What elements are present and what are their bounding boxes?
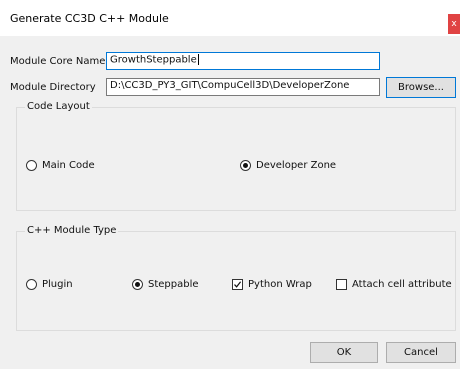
radio-steppable[interactable]: Steppable xyxy=(132,279,199,290)
window-title: Generate CC3D C++ Module xyxy=(10,12,169,25)
close-button[interactable]: x xyxy=(448,14,460,34)
browse-button[interactable]: Browse... xyxy=(386,77,456,98)
text-caret xyxy=(197,54,199,65)
directory-input[interactable]: D:\CC3D_PY3_GIT\CompuCell3D\DeveloperZon… xyxy=(106,78,380,96)
dialog-window: Generate CC3D C++ Module x Module Core N… xyxy=(0,0,460,369)
directory-value: D:\CC3D_PY3_GIT\CompuCell3D\DeveloperZon… xyxy=(110,80,350,91)
radio-plugin[interactable]: Plugin xyxy=(26,279,73,290)
code-layout-group: Code Layout xyxy=(16,101,456,211)
checkbox-python-wrap[interactable]: Python Wrap xyxy=(232,279,312,290)
radio-main-code-label: Main Code xyxy=(42,160,95,171)
checkbox-attach-cell-attribute[interactable]: Attach cell attribute xyxy=(336,279,452,290)
checkbox-python-wrap-label: Python Wrap xyxy=(248,279,312,290)
radio-steppable-label: Steppable xyxy=(148,279,199,290)
checkbox-unchecked-icon xyxy=(336,279,347,290)
ok-button[interactable]: OK xyxy=(310,342,378,363)
radio-unselected-icon xyxy=(26,160,37,171)
radio-main-code[interactable]: Main Code xyxy=(26,160,95,171)
radio-selected-icon xyxy=(240,160,251,171)
radio-developer-zone-label: Developer Zone xyxy=(256,160,337,171)
module-type-title: C++ Module Type xyxy=(25,225,119,236)
title-bar: Generate CC3D C++ Module x xyxy=(0,0,460,36)
core-name-input[interactable]: GrowthSteppable xyxy=(106,52,380,70)
radio-developer-zone[interactable]: Developer Zone xyxy=(240,160,336,171)
code-layout-title: Code Layout xyxy=(25,101,92,112)
checkbox-attach-label: Attach cell attribute xyxy=(352,279,452,290)
directory-label: Module Directory xyxy=(10,82,96,93)
radio-unselected-icon xyxy=(26,279,37,290)
radio-plugin-label: Plugin xyxy=(42,279,73,290)
checkbox-checked-icon xyxy=(232,279,243,290)
core-name-label: Module Core Name xyxy=(10,56,106,67)
radio-selected-icon xyxy=(132,279,143,290)
cancel-button[interactable]: Cancel xyxy=(386,342,456,363)
core-name-value: GrowthSteppable xyxy=(110,54,197,66)
